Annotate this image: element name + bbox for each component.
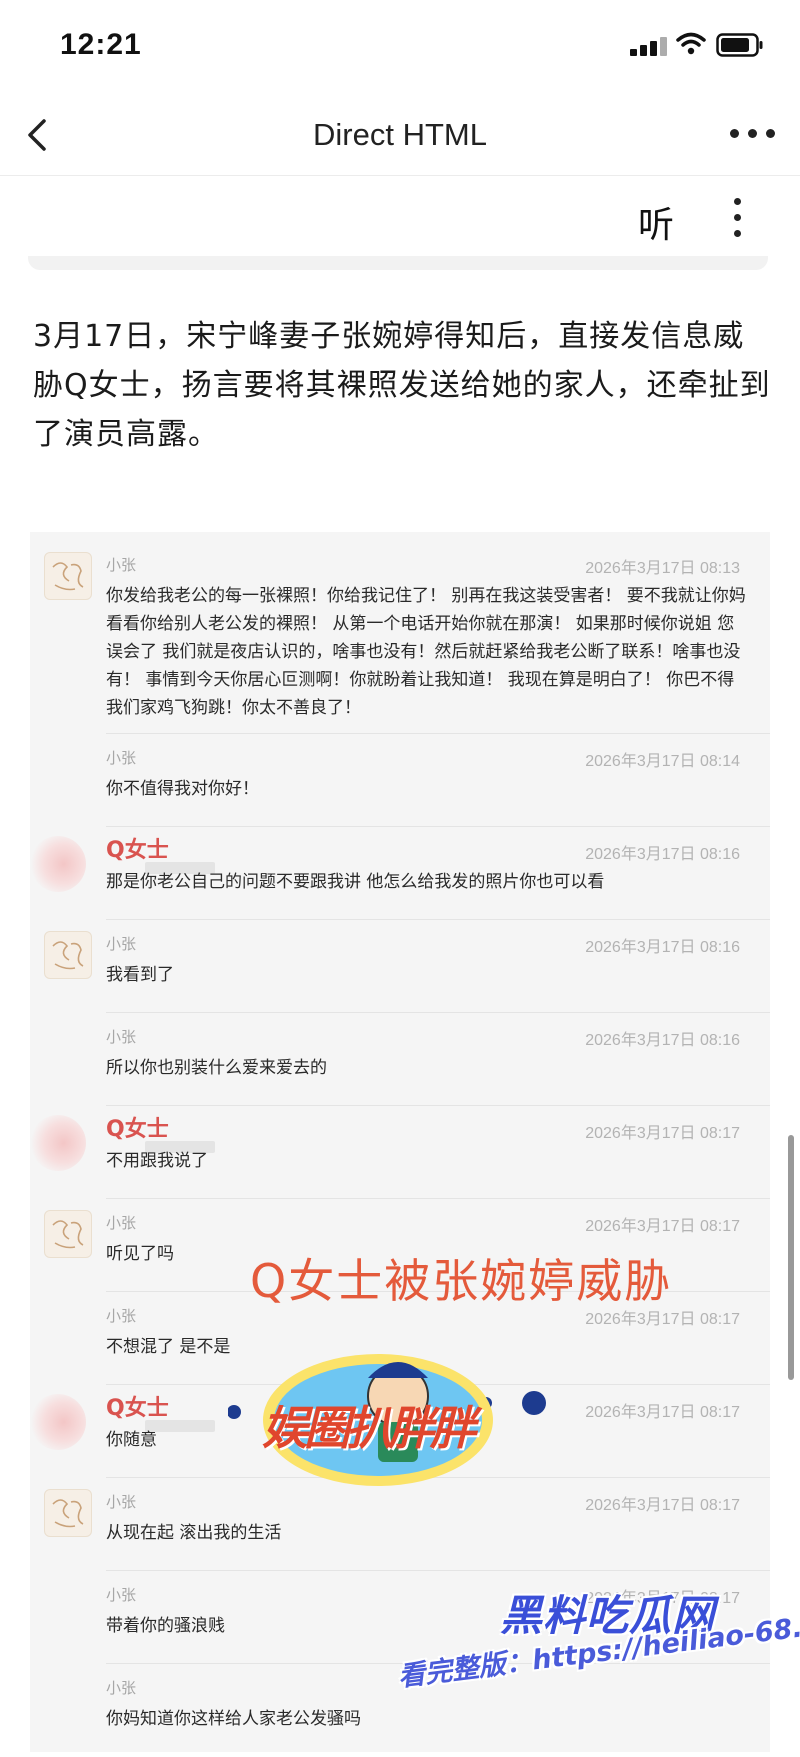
more-button[interactable] — [722, 129, 782, 141]
message-time: 2026年3月17日 08:17 — [585, 1497, 740, 1514]
channel-logo: 娱圈扒胖胖 — [227, 1348, 548, 1498]
avatar — [30, 1115, 86, 1171]
chat-message: 小张 2026年3月17日 08:14 你不值得我对你好！ — [30, 747, 770, 827]
page-title: Direct HTML — [313, 117, 487, 152]
sender-name: Q女士 — [106, 1117, 169, 1142]
chat-message: 小张 2026年3月17日 08:13 你发给我老公的每一张裸照！你给我记住了！… — [30, 552, 770, 734]
sender-name: 小张 — [106, 935, 137, 953]
chat-message: 小张 2026年3月17日 08:16 我看到了 — [30, 931, 770, 1013]
chat-message: Q女士 2026年3月17日 08:17 不用跟我说了 — [30, 1115, 770, 1199]
scrollbar-thumb[interactable] — [788, 1135, 794, 1380]
sender-name: 小张 — [106, 1493, 137, 1511]
message-time: 2026年3月17日 08:16 — [585, 939, 740, 956]
video-caption: Q女士被张婉婷威胁 — [250, 1254, 673, 1308]
sender-name: 小张 — [106, 1307, 137, 1325]
previous-card-edge — [28, 256, 768, 270]
message-text: 你不值得我对你好！ — [106, 779, 259, 799]
message-text: 你妈知道你这样给人家老公发骚吗 — [106, 1709, 361, 1729]
sender-name: 小张 — [106, 1679, 137, 1697]
signal-icon — [630, 36, 668, 56]
message-time: 2026年3月17日 08:17 — [585, 1125, 740, 1142]
avatar — [44, 1489, 92, 1537]
message-time: 2026年3月17日 08:16 — [585, 846, 740, 863]
sender-name: 小张 — [106, 1586, 137, 1604]
listen-button[interactable]: 听 — [638, 196, 674, 248]
sender-name: 小张 — [106, 556, 137, 574]
avatar — [44, 931, 92, 979]
chat-message: 小张 2026年3月17日 08:16 所以你也别装什么爱来爱去的 — [30, 1026, 770, 1106]
message-text: 那是你老公自己的问题不要跟我讲 他怎么给我发的照片你也可以看 — [106, 872, 605, 892]
sender-name: Q女士 — [106, 838, 169, 863]
message-time: 2026年3月17日 08:14 — [585, 753, 740, 770]
message-time: 2026年3月17日 08:16 — [585, 1032, 740, 1049]
chat-message: 小张 2026年3月17日 08:17 从现在起 滚出我的生活 — [30, 1489, 770, 1571]
message-text: 你发给我老公的每一张裸照！你给我记住了！ 别再在我这装受害者！ 要不我就让你妈看… — [106, 586, 746, 718]
options-button[interactable] — [722, 192, 752, 244]
message-text: 所以你也别装什么爱来爱去的 — [106, 1058, 327, 1078]
reader-toolbar: 听 — [0, 176, 800, 262]
message-text: 从现在起 滚出我的生活 — [106, 1523, 282, 1543]
logo-text: 娱圈扒胖胖 — [262, 1401, 476, 1455]
avatar — [30, 836, 86, 892]
article-paragraph: 3月17日，宋宁峰妻子张婉婷得知后，直接发信息威胁Q女士，扬言要将其裸照发送给她… — [33, 319, 771, 452]
avatar — [44, 1210, 92, 1258]
back-button[interactable] — [18, 113, 62, 157]
chat-message: Q女士 2026年3月17日 08:16 那是你老公自己的问题不要跟我讲 他怎么… — [30, 836, 770, 920]
avatar — [30, 1394, 86, 1450]
message-time: 2026年3月17日 08:17 — [585, 1404, 740, 1421]
message-text: 我看到了 — [106, 965, 174, 985]
sender-name: 小张 — [106, 749, 137, 767]
wifi-icon — [676, 32, 706, 55]
nav-bar: Direct HTML — [0, 95, 800, 176]
sender-name: 小张 — [106, 1028, 137, 1046]
avatar — [44, 552, 92, 600]
message-text: 不用跟我说了 — [106, 1151, 208, 1171]
message-time: 2026年3月17日 08:13 — [585, 560, 740, 577]
chat-screenshot: 小张 2026年3月17日 08:13 你发给我老公的每一张裸照！你给我记住了！… — [30, 532, 770, 1752]
status-time: 12:21 — [60, 28, 142, 61]
sender-name: 小张 — [106, 1214, 137, 1232]
message-time: 2026年3月17日 08:17 — [585, 1218, 740, 1235]
sender-name: Q女士 — [106, 1396, 169, 1421]
battery-icon — [716, 33, 763, 57]
